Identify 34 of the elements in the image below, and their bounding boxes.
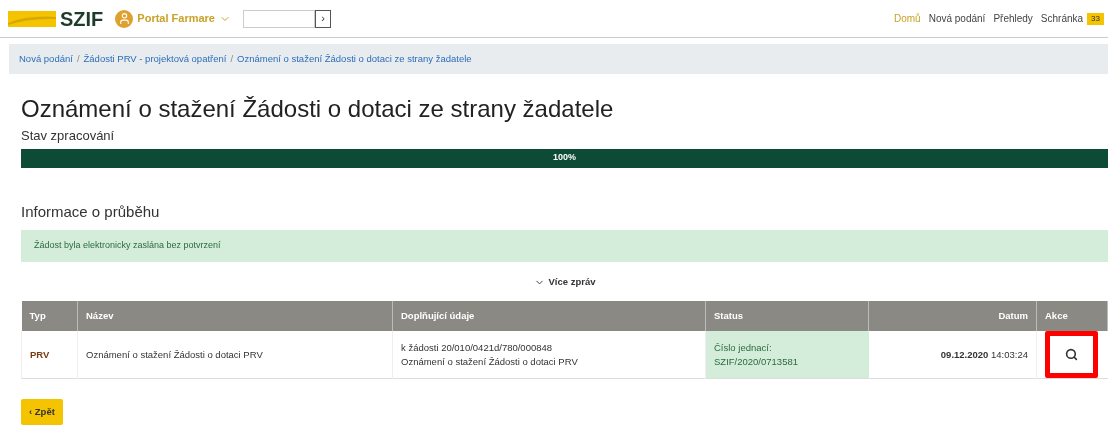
- more-messages-button[interactable]: Více zpráv: [533, 275, 596, 290]
- table-cell: 09.12.2020 14:03:24: [868, 331, 1037, 379]
- column-header: Název: [77, 301, 393, 332]
- page-title: Oznámení o stažení Žádosti o dotaci ze strany žadatele: [21, 94, 615, 124]
- breadcrumb-separator: /: [230, 51, 234, 66]
- table-cell-text: Oznámení o stažení Žádosti o dotaci PRV: [401, 354, 579, 369]
- nav-link[interactable]: Přehledy: [993, 11, 1033, 26]
- breadcrumb-link[interactable]: Žádosti PRV - projektová opatření: [83, 51, 227, 67]
- status-text: SZIF/2020/0713581: [714, 354, 799, 369]
- nav-link[interactable]: Nová podání: [928, 11, 986, 26]
- nav-link[interactable]: Schránka: [1040, 11, 1084, 26]
- back-button[interactable]: ‹ Zpět: [21, 399, 63, 426]
- breadcrumb-link[interactable]: Oznámení o stažení Žádosti o dotaci ze strany žadatele: [237, 51, 472, 67]
- logo-icon: [8, 10, 56, 27]
- progress-label: Stav zpracování: [21, 127, 116, 145]
- table-cell: Oznámení o stažení Žádosti o dotaci PRV: [77, 331, 393, 379]
- count-badge: 33: [1087, 12, 1104, 25]
- progress-reading: 100%: [552, 151, 577, 165]
- breadcrumb-link[interactable]: Nová podání: [19, 51, 73, 67]
- search-button[interactable]: ›: [315, 9, 331, 28]
- status-text: Číslo jednací:: [714, 340, 773, 355]
- logo-text: SZIF: [60, 6, 104, 32]
- section-heading: Informace o průběhu: [21, 201, 161, 222]
- info-message: Žádost byla elektronicky zaslána bez potvrzení: [21, 230, 1108, 262]
- column-header: Akce: [1036, 301, 1108, 332]
- table-cell: PRV: [21, 331, 78, 379]
- table-cell-text: k žádosti 20/010/0421d/780/000848: [401, 340, 554, 355]
- search-field[interactable]: [243, 9, 315, 28]
- column-header: Datum: [868, 301, 1037, 332]
- breadcrumb-separator: /: [76, 51, 80, 66]
- search-icon[interactable]: [1065, 348, 1078, 362]
- user-icon: [115, 9, 134, 28]
- column-header: Doplňující údaje: [392, 301, 706, 332]
- column-header: Typ: [21, 301, 78, 332]
